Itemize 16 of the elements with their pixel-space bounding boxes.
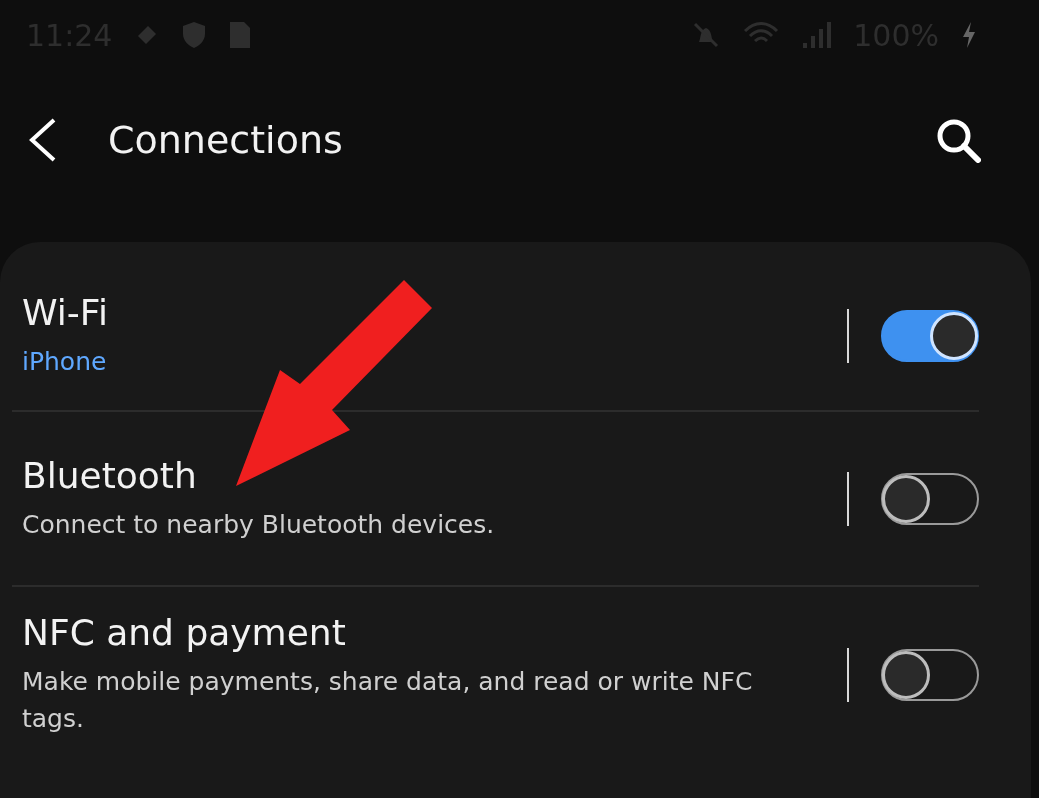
shield-icon — [182, 21, 207, 49]
setting-title: Bluetooth — [22, 454, 198, 496]
search-button[interactable] — [935, 117, 981, 163]
back-button[interactable] — [28, 118, 58, 162]
setting-title: Wi-Fi — [22, 292, 109, 333]
setting-description: Make mobile payments, share data, and read or write NFC tags. — [22, 666, 754, 735]
toggle-switch[interactable] — [881, 648, 979, 701]
file-icon — [228, 21, 253, 49]
signal-icon — [801, 21, 832, 49]
setting-title: NFC and payment — [22, 612, 347, 653]
setting-description: Connect to nearby Bluetooth devices. — [22, 508, 496, 541]
page-title: Connections — [108, 118, 344, 162]
toggle-switch[interactable] — [881, 472, 979, 525]
toggle-switch[interactable] — [881, 310, 979, 362]
charging-icon — [961, 21, 977, 49]
setting-description: iPhone — [22, 346, 108, 378]
